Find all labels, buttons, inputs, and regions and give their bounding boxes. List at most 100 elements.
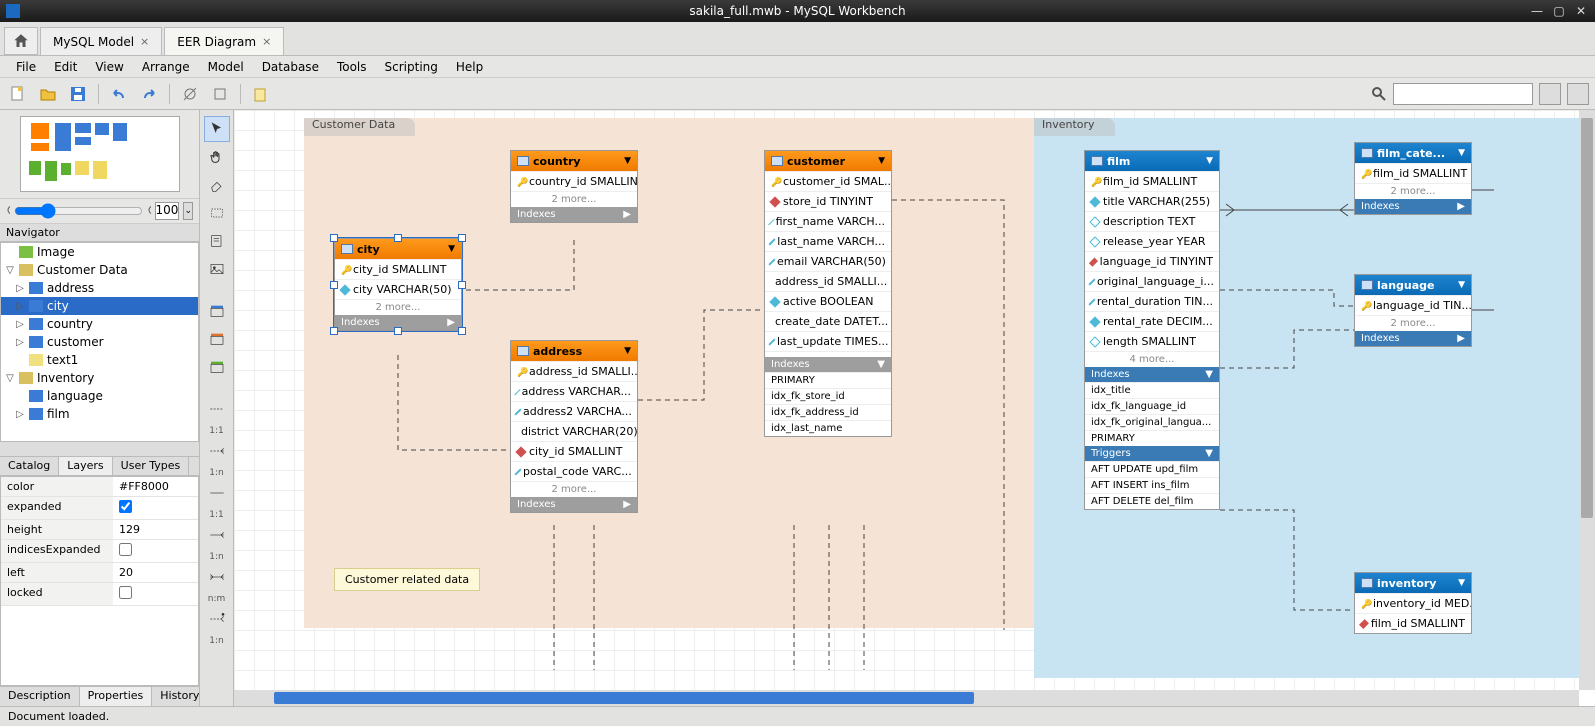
prop-value[interactable] <box>113 583 198 605</box>
region-tool[interactable] <box>204 200 230 226</box>
tree-item[interactable]: text1 <box>47 353 78 367</box>
tab-description[interactable]: Description <box>0 687 80 706</box>
relation-n-m-tool[interactable] <box>204 564 230 590</box>
region-customer-data[interactable]: Customer Data Customer related data <box>304 118 1034 628</box>
note-tool[interactable] <box>204 228 230 254</box>
tab-usertypes[interactable]: User Types <box>113 457 190 475</box>
relation-pick-tool[interactable] <box>204 606 230 632</box>
layer-tree[interactable]: Image ▽Customer Data ▷address ▷city ▷cou… <box>0 242 199 442</box>
prop-value[interactable] <box>113 540 198 562</box>
tree-item[interactable]: Image <box>37 245 75 259</box>
relation-1-1-tool[interactable] <box>204 396 230 422</box>
tab-properties[interactable]: Properties <box>80 687 153 706</box>
menu-help[interactable]: Help <box>448 58 491 76</box>
indices-expanded-checkbox[interactable] <box>119 543 132 556</box>
diagram-canvas[interactable]: Customer Data Customer related data Inve… <box>234 110 1579 690</box>
entity-country[interactable]: country▼ country_id SMALLINT 2 more... I… <box>510 150 638 223</box>
table-tool[interactable] <box>204 298 230 324</box>
entity-film-category[interactable]: film_cate...▼ film_id SMALLINT 2 more...… <box>1354 142 1472 215</box>
note-customer[interactable]: Customer related data <box>334 568 480 591</box>
menu-arrange[interactable]: Arrange <box>134 58 198 76</box>
routine-tool[interactable] <box>204 354 230 380</box>
redo-button[interactable] <box>137 82 161 106</box>
entity-film[interactable]: film▼ film_id SMALLINT title VARCHAR(255… <box>1084 150 1220 510</box>
section-indexes[interactable]: Indexes <box>341 317 380 328</box>
menu-database[interactable]: Database <box>254 58 327 76</box>
tree-item[interactable]: film <box>47 407 70 421</box>
eraser-tool[interactable] <box>204 172 230 198</box>
tab-close-icon[interactable]: × <box>262 35 271 48</box>
section-indexes[interactable]: Indexes <box>1361 201 1400 212</box>
prop-value[interactable]: 129 <box>113 520 198 539</box>
zoom-in-icon[interactable] <box>147 204 151 218</box>
tab-layers[interactable]: Layers <box>59 457 112 475</box>
hand-tool[interactable] <box>204 144 230 170</box>
entity-inventory[interactable]: inventory▼ inventory_id MED... film_id S… <box>1354 572 1472 634</box>
pointer-tool[interactable] <box>204 116 230 142</box>
relation-1-n-tool[interactable] <box>204 438 230 464</box>
more-columns[interactable]: 2 more... <box>511 481 637 497</box>
tab-catalog[interactable]: Catalog <box>0 457 59 475</box>
tab-mysql-model[interactable]: MySQL Model × <box>40 27 162 55</box>
tree-item[interactable]: customer <box>47 335 104 349</box>
more-columns[interactable]: 2 more... <box>1355 315 1471 331</box>
tree-item[interactable]: Customer Data <box>37 263 128 277</box>
search-input[interactable] <box>1393 83 1533 105</box>
section-indexes[interactable]: Indexes <box>771 359 810 370</box>
prop-value[interactable]: 20 <box>113 563 198 582</box>
section-indexes[interactable]: Indexes <box>1361 333 1400 344</box>
tab-close-icon[interactable]: × <box>140 35 149 48</box>
properties-grid[interactable]: color#FF8000 expanded height129 indicesE… <box>0 476 199 686</box>
view-tool[interactable] <box>204 326 230 352</box>
home-tab[interactable] <box>4 27 38 55</box>
tab-eer-diagram[interactable]: EER Diagram × <box>164 27 284 55</box>
zoom-out-icon[interactable] <box>6 204 10 218</box>
entity-city[interactable]: city▼ city_id SMALLINT city VARCHAR(50) … <box>334 238 462 331</box>
canvas-hscrollbar[interactable] <box>234 690 1579 706</box>
menu-model[interactable]: Model <box>200 58 252 76</box>
close-button[interactable]: ✕ <box>1571 3 1591 19</box>
menu-edit[interactable]: Edit <box>46 58 85 76</box>
more-columns[interactable]: 2 more... <box>1355 183 1471 199</box>
new-file-button[interactable] <box>6 82 30 106</box>
canvas-vscrollbar[interactable] <box>1579 110 1595 690</box>
section-indexes[interactable]: Indexes <box>517 209 556 220</box>
menu-scripting[interactable]: Scripting <box>377 58 446 76</box>
tree-item[interactable]: language <box>47 389 103 403</box>
undo-button[interactable] <box>107 82 131 106</box>
menu-view[interactable]: View <box>87 58 131 76</box>
menu-file[interactable]: File <box>8 58 44 76</box>
zoom-stepper[interactable]: ⌄ <box>183 202 193 220</box>
maximize-button[interactable]: ▢ <box>1549 3 1569 19</box>
relation-1-1-id-tool[interactable] <box>204 480 230 506</box>
prop-value[interactable] <box>113 497 198 519</box>
tree-item-city[interactable]: city <box>47 299 69 313</box>
entity-language[interactable]: language▼ language_id TIN... 2 more... I… <box>1354 274 1472 347</box>
tool-button-a[interactable] <box>178 82 202 106</box>
tree-item[interactable]: address <box>47 281 94 295</box>
tree-item[interactable]: Inventory <box>37 371 94 385</box>
open-file-button[interactable] <box>36 82 60 106</box>
entity-address[interactable]: address▼ address_id SMALLI... address VA… <box>510 340 638 513</box>
more-columns[interactable]: 2 more... <box>511 191 637 207</box>
save-button[interactable] <box>66 82 90 106</box>
expanded-checkbox[interactable] <box>119 500 132 513</box>
more-columns[interactable]: 4 more... <box>1085 351 1219 367</box>
section-indexes[interactable]: Indexes <box>1091 369 1130 380</box>
section-indexes[interactable]: Indexes <box>517 499 556 510</box>
tool-button-b[interactable] <box>208 82 232 106</box>
prop-value[interactable]: #FF8000 <box>113 477 198 496</box>
locked-checkbox[interactable] <box>119 586 132 599</box>
toggle-right-panel-button[interactable] <box>1567 83 1589 105</box>
section-triggers[interactable]: Triggers <box>1091 448 1131 459</box>
relation-1-n-id-tool[interactable] <box>204 522 230 548</box>
zoom-value[interactable]: 100 <box>155 202 180 220</box>
minimize-button[interactable]: — <box>1527 3 1547 19</box>
menu-tools[interactable]: Tools <box>329 58 375 76</box>
tree-item[interactable]: country <box>47 317 93 331</box>
diagram-overview[interactable] <box>0 110 199 198</box>
more-columns[interactable]: 2 more... <box>335 299 461 315</box>
zoom-slider[interactable] <box>14 203 143 219</box>
toggle-left-panel-button[interactable] <box>1539 83 1561 105</box>
entity-customer[interactable]: customer▼ customer_id SMAL... store_id T… <box>764 150 892 437</box>
